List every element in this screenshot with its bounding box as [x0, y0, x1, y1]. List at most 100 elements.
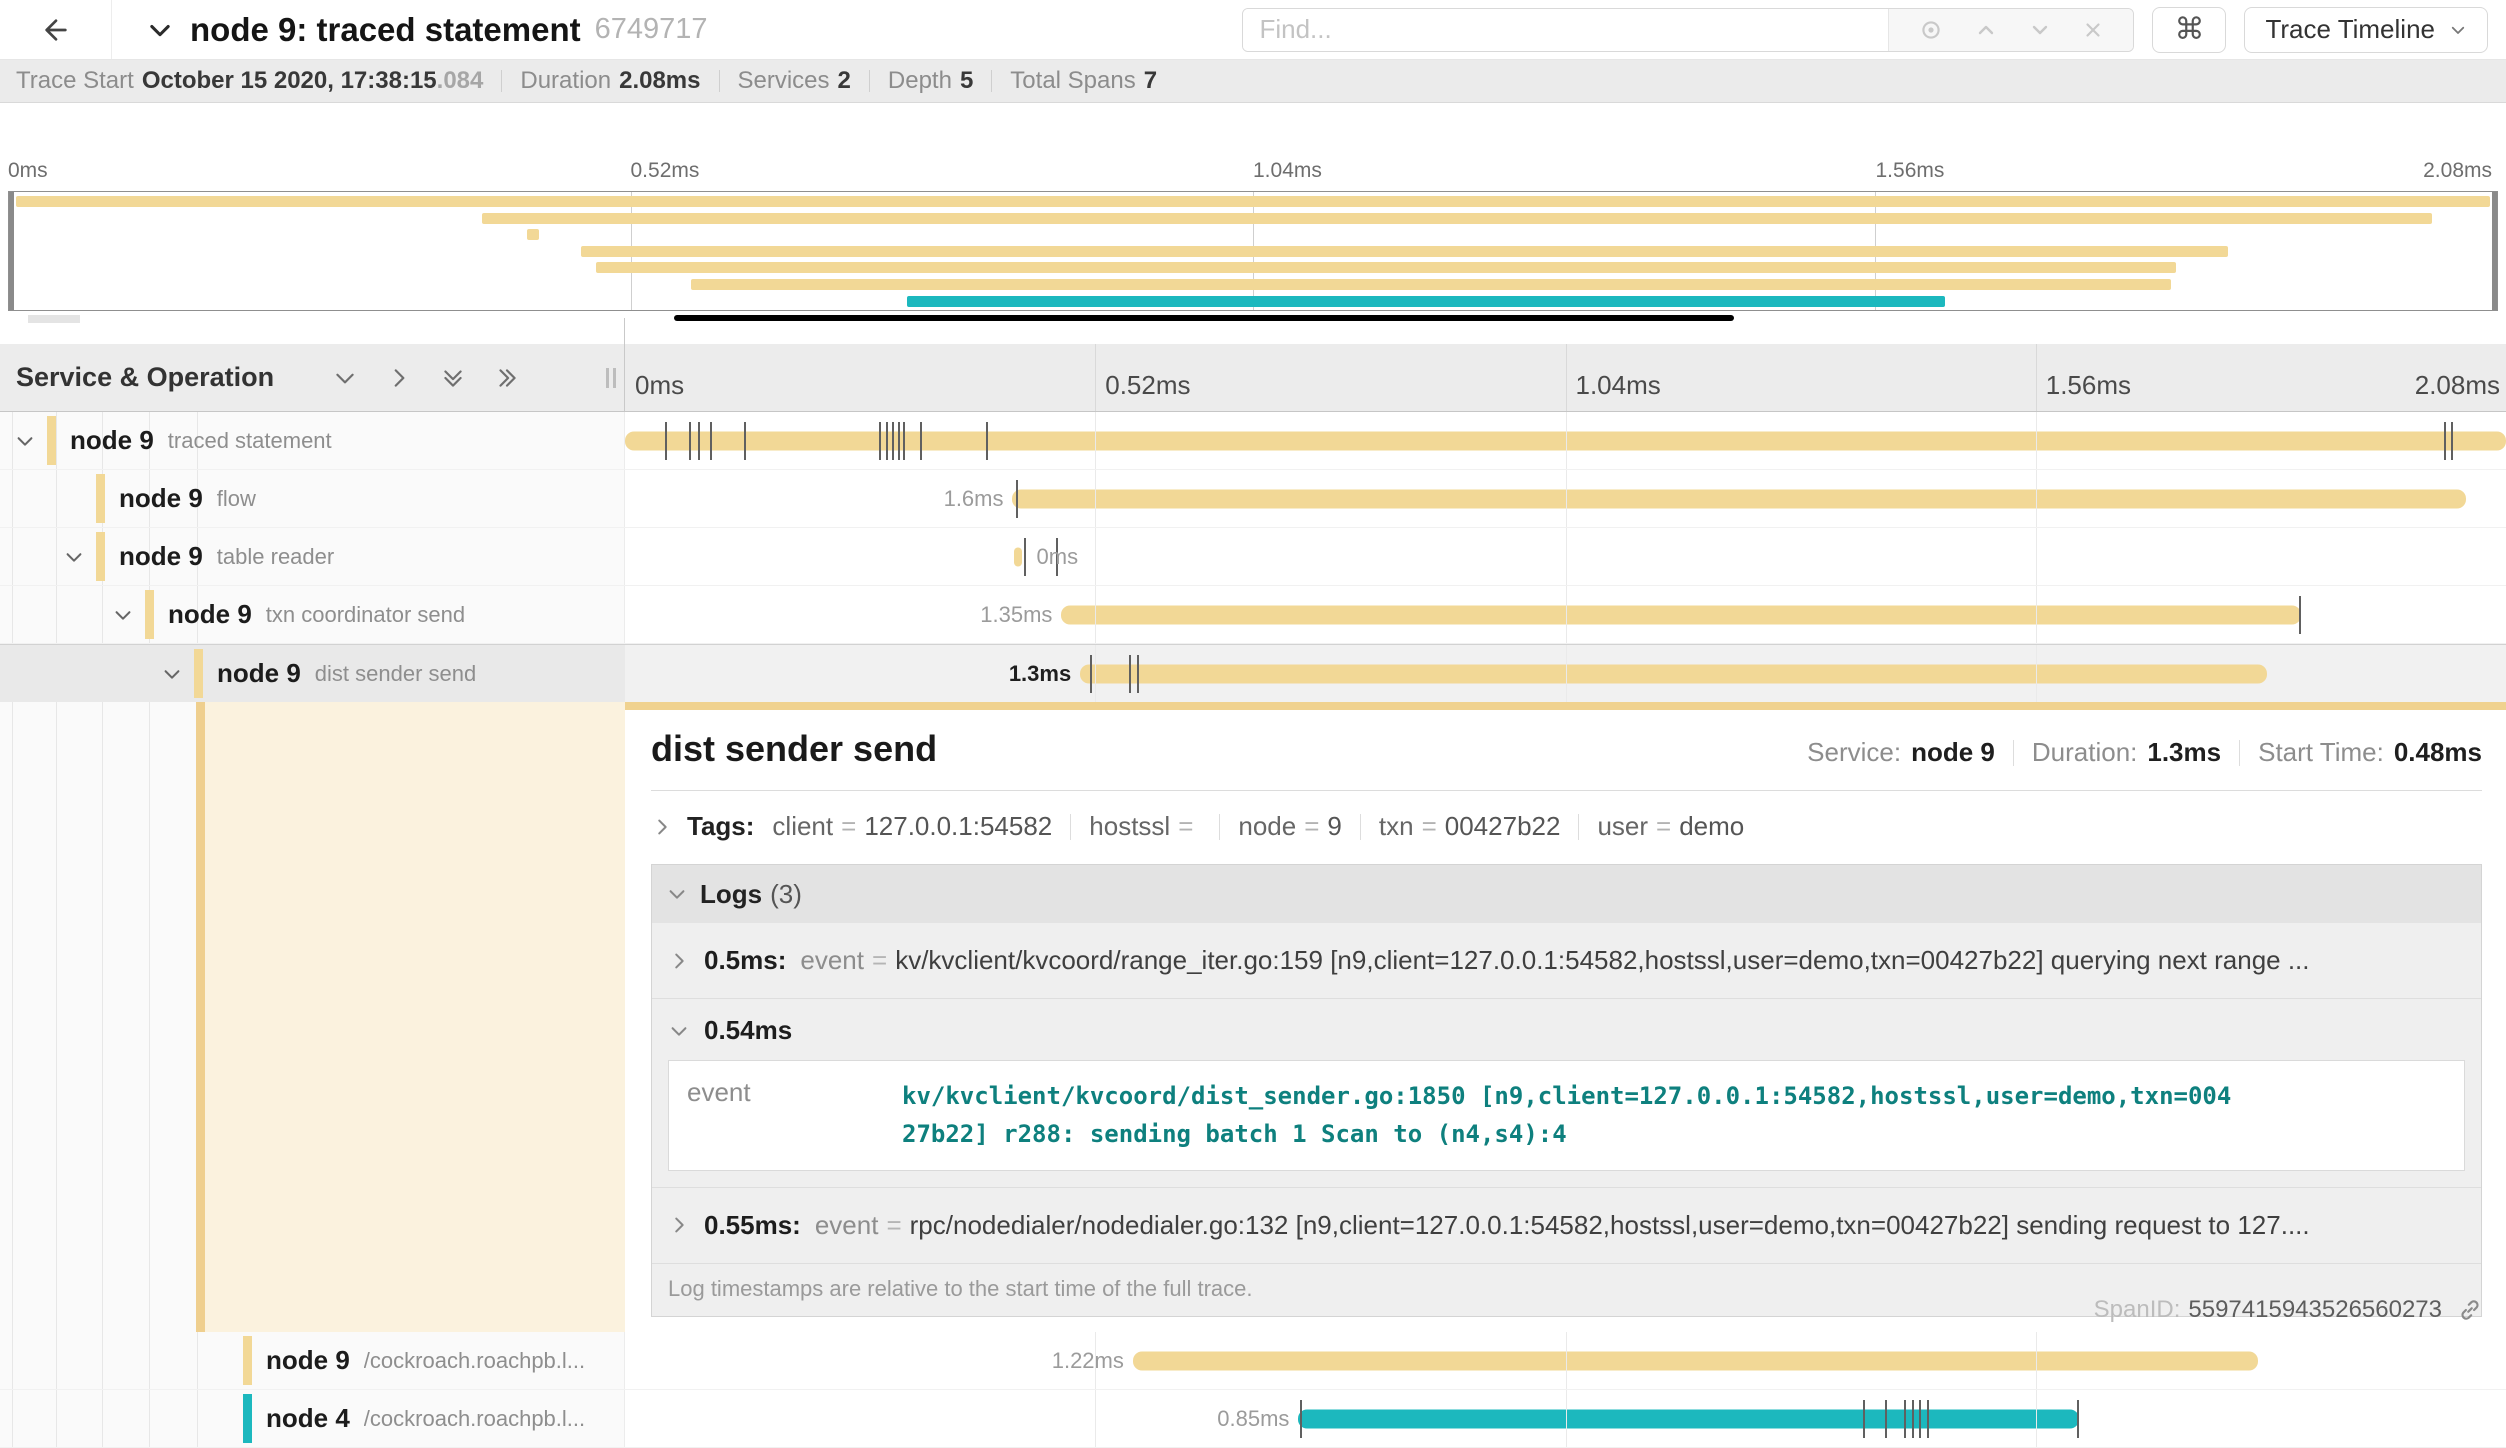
deep-link-icon[interactable] [2456, 1296, 2484, 1324]
summary-item: Total Spans7 [1010, 67, 1157, 95]
expand-one-icon[interactable] [386, 365, 412, 391]
tan-service-color-bar [194, 649, 203, 698]
summary-value: 2.08ms [619, 67, 700, 94]
chevron-down-icon[interactable] [161, 663, 183, 685]
span-row-name-cell[interactable]: node 9txn coordinator send [0, 586, 625, 643]
log-entry-header[interactable]: 0.54ms [668, 1015, 2465, 1046]
meta-label: Service: [1807, 737, 1901, 768]
span-row-name-cell[interactable]: node 4/cockroach.roachpb.l... [0, 1390, 625, 1447]
collapse-all-icon[interactable] [440, 365, 466, 391]
log-timestamp: 0.5ms: [704, 945, 786, 976]
column-resize-grip[interactable] [606, 368, 616, 388]
span-row[interactable]: node 9txn coordinator send1.35ms [0, 586, 2506, 644]
chevron-down-icon[interactable] [63, 546, 85, 568]
tags-label: Tags: [687, 811, 754, 842]
span-bar[interactable] [1014, 547, 1022, 566]
span-bar[interactable] [1298, 1409, 2079, 1428]
span-row[interactable]: node 9flow1.6ms [0, 470, 2506, 528]
collapse-trace-icon[interactable] [146, 16, 174, 44]
timeline-gridline [1566, 528, 1567, 585]
span-bar-cell[interactable]: 0.85ms [625, 1390, 2506, 1447]
chevron-right-icon [668, 950, 690, 972]
keyboard-shortcuts-button[interactable]: ⌘ [2152, 7, 2226, 53]
span-bar-cell[interactable]: 1.3ms [625, 645, 2506, 702]
scroll-to-match-icon[interactable] [1918, 17, 1944, 43]
tick-label: 0ms [8, 159, 48, 183]
chevron-down-icon[interactable] [14, 430, 36, 452]
back-button[interactable] [0, 0, 112, 59]
find-group [1242, 8, 2134, 52]
span-bar-cell[interactable]: 1.35ms [625, 586, 2506, 643]
span-bar-cell[interactable]: 1.22ms [625, 1332, 2506, 1389]
timeline-gridline [2036, 1332, 2037, 1389]
span-row-name-cell[interactable]: node 9table reader [0, 528, 625, 585]
service-name[interactable]: node 9 [266, 1345, 350, 1376]
service-name[interactable]: node 9 [70, 425, 154, 456]
tag-equals: = [1178, 811, 1193, 842]
span-row[interactable]: node 9table reader0ms [0, 528, 2506, 586]
summary-item: Trace StartOctober 15 2020, 17:38:15.084 [16, 67, 483, 95]
clear-find-icon[interactable] [2082, 19, 2104, 41]
span-bar[interactable] [1080, 664, 2267, 683]
log-marker [879, 422, 881, 460]
trace-title-wrap: node 9: traced statement 6749717 [146, 11, 708, 49]
span-row[interactable]: node 4/cockroach.roachpb.l... 0.85ms [0, 1390, 2506, 1448]
span-bar-cell[interactable] [625, 412, 2506, 469]
minimap-right-handle[interactable] [2492, 192, 2497, 310]
span-row-name-cell[interactable]: node 9flow [0, 470, 625, 527]
log-marker [698, 422, 700, 460]
log-entry[interactable]: 0.55ms:event=rpc/nodedialer/nodedialer.g… [652, 1188, 2481, 1264]
span-row-name-cell[interactable]: node 9traced statement [0, 412, 625, 469]
timeline-gridline [1095, 412, 1096, 469]
service-name[interactable]: node 9 [119, 541, 203, 572]
tags-row[interactable]: Tags:client=127.0.0.1:54582hostssl=node=… [651, 811, 2482, 842]
next-match-icon[interactable] [2028, 18, 2052, 42]
tag-divider [1360, 814, 1361, 840]
collapse-one-icon[interactable] [332, 365, 358, 391]
log-field-key: event [800, 945, 864, 976]
logs-header[interactable]: Logs (3) [652, 865, 2481, 923]
expand-all-icon[interactable] [494, 365, 520, 391]
minimap-canvas[interactable] [8, 191, 2498, 311]
meta-value: 0.48ms [2394, 737, 2482, 768]
span-id-label: SpanID: [2094, 1296, 2181, 1324]
span-bar-cell[interactable]: 0ms [625, 528, 2506, 585]
span-row-name-cell[interactable]: node 9dist sender send [0, 645, 625, 702]
chevron-right-icon[interactable] [651, 816, 673, 838]
tick-label: 1.04ms [1576, 370, 1661, 401]
minimap-left-handle[interactable] [9, 192, 14, 310]
span-row[interactable]: node 9/cockroach.roachpb.l...1.22ms [0, 1332, 2506, 1390]
log-marker [1919, 1400, 1921, 1438]
summary-label: Total Spans [1010, 67, 1135, 94]
span-row[interactable]: node 9traced statement [0, 412, 2506, 470]
span-bar-cell[interactable]: 1.6ms [625, 470, 2506, 527]
find-input[interactable] [1243, 9, 1888, 51]
span-rows-top: node 9traced statementnode 9flow1.6msnod… [0, 412, 2506, 702]
log-field-key: event [815, 1210, 879, 1241]
service-name[interactable]: node 4 [266, 1403, 350, 1434]
minimap-span-bar [482, 213, 2433, 224]
prev-match-icon[interactable] [1974, 18, 1998, 42]
span-row[interactable]: node 9dist sender send1.3ms [0, 644, 2506, 702]
meta-divider [2239, 740, 2240, 766]
chevron-down-icon[interactable] [112, 604, 134, 626]
tag-equals: = [1656, 811, 1671, 842]
log-marker [2299, 596, 2301, 634]
span-bar[interactable] [1133, 1351, 2258, 1370]
span-row-name-cell[interactable]: node 9/cockroach.roachpb.l... [0, 1332, 625, 1389]
minimap-span-bar [907, 296, 1944, 307]
service-name[interactable]: node 9 [119, 483, 203, 514]
log-marker [1300, 1400, 1302, 1438]
service-name[interactable]: node 9 [168, 599, 252, 630]
duration-label: 0.85ms [1208, 1406, 1298, 1432]
tag-divider [1578, 814, 1579, 840]
span-bar[interactable] [1012, 489, 2466, 508]
trace-view-selector[interactable]: Trace Timeline [2244, 7, 2488, 53]
log-field-value: rpc/nodedialer/nodedialer.go:132 [n9,cli… [910, 1210, 2465, 1241]
chevron-down-icon [668, 1020, 690, 1042]
log-entry[interactable]: 0.5ms:event=kv/kvclient/kvcoord/range_it… [652, 923, 2481, 999]
timeline-gridline [1566, 645, 1567, 702]
span-bar[interactable] [1061, 605, 2301, 624]
summary-value: October 15 2020, 17:38:15 [142, 67, 437, 94]
service-name[interactable]: node 9 [217, 658, 301, 689]
